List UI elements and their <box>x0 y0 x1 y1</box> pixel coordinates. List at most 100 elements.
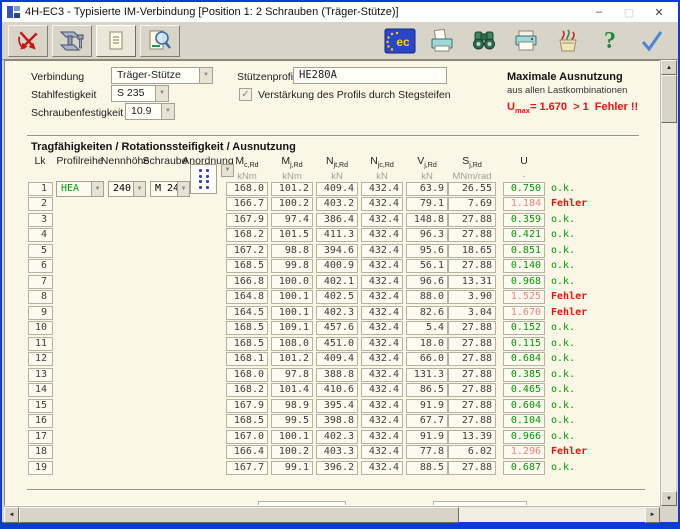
value-cell: 432.4 <box>361 430 403 444</box>
value-cell: 402.3 <box>316 430 358 444</box>
column-header: U <box>520 155 528 167</box>
lk-cell: 16 <box>28 414 53 428</box>
value-cell: 27.88 <box>448 321 496 335</box>
value-cell: 386.4 <box>316 213 358 227</box>
help-icon: ? <box>604 28 616 54</box>
value-cell: 432.4 <box>361 306 403 320</box>
stuetzenprofil-value: HE280A <box>299 69 337 81</box>
value-cell: 432.4 <box>361 182 403 196</box>
table-row: 11168.5108.0451.0432.418.027.880.115o.k. <box>5 336 660 352</box>
title-bar: 4H-EC3 - Typisierte IM-Verbindung [Posit… <box>2 2 678 22</box>
value-cell: 396.2 <box>316 461 358 475</box>
scroll-down-button[interactable]: ▼ <box>661 491 677 506</box>
utilization-cell: 0.359 <box>503 213 545 227</box>
print-button[interactable] <box>506 25 546 57</box>
utilization-cell: 0.750 <box>503 182 545 196</box>
chevron-down-icon[interactable]: ▼ <box>199 68 212 83</box>
bottom-bar: ◄ ► <box>2 506 678 522</box>
value-cell: 148.8 <box>406 213 448 227</box>
vertical-scrollbar[interactable]: ▲ ▼ <box>660 60 676 506</box>
value-cell: 398.8 <box>316 414 358 428</box>
lk-cell: 9 <box>28 306 53 320</box>
value-cell: 166.8 <box>226 275 268 289</box>
table-row: 18166.4100.2403.3432.477.86.021.296Fehle… <box>5 445 660 461</box>
find-button[interactable] <box>464 25 504 57</box>
column-header: Sj,Rd <box>462 155 481 169</box>
value-cell: 432.4 <box>361 197 403 211</box>
value-cell: 27.88 <box>448 337 496 351</box>
chevron-down-icon[interactable]: ▼ <box>161 104 174 119</box>
value-cell: 168.5 <box>226 321 268 335</box>
table-row: 19167.799.1396.2432.488.527.880.687o.k. <box>5 460 660 476</box>
value-cell: 166.4 <box>226 445 268 459</box>
toolbar: ec <box>2 22 678 60</box>
profile-tab-button[interactable] <box>52 25 92 57</box>
scroll-up-button[interactable]: ▲ <box>661 60 677 75</box>
close-button[interactable]: ✕ <box>644 6 674 19</box>
lk-cell: 15 <box>28 399 53 413</box>
value-cell: 432.4 <box>361 290 403 304</box>
header-symbol: S <box>462 155 469 167</box>
export-button[interactable] <box>422 25 462 57</box>
table-row: 14168.2101.4410.6432.486.527.880.465o.k. <box>5 383 660 399</box>
value-cell: 27.88 <box>448 461 496 475</box>
stuetzenprofil-input[interactable]: HE280A <box>293 67 447 84</box>
lk-cell: 6 <box>28 259 53 273</box>
schraubenfestigkeit-select[interactable]: 10.9 ▼ <box>125 103 175 120</box>
vertical-scroll-thumb[interactable] <box>661 75 677 123</box>
value-cell: 432.4 <box>361 368 403 382</box>
chevron-down-icon[interactable]: ▼ <box>155 86 168 101</box>
value-cell: 99.8 <box>271 259 313 273</box>
table-row: 10168.5109.1457.6432.45.427.880.152o.k. <box>5 321 660 337</box>
value-cell: 100.2 <box>271 197 313 211</box>
value-cell: 100.2 <box>271 445 313 459</box>
utilization-cell: 0.104 <box>503 414 545 428</box>
table-row: 1168.0101.2409.4432.463.926.550.750o.k. <box>5 181 660 197</box>
value-cell: 66.0 <box>406 352 448 366</box>
eurocode-button[interactable]: ec <box>380 25 420 57</box>
document-tab-button[interactable] <box>96 25 136 57</box>
verbindung-label: Verbindung <box>31 71 84 83</box>
bolt-dot-icon <box>199 175 202 178</box>
value-cell: 410.6 <box>316 383 358 397</box>
value-cell: 86.5 <box>406 383 448 397</box>
value-cell: 168.1 <box>226 352 268 366</box>
value-cell: 18.65 <box>448 244 496 258</box>
scroll-left-button[interactable]: ◄ <box>4 507 19 523</box>
value-cell: 168.5 <box>226 337 268 351</box>
protocol-button[interactable] <box>548 25 588 57</box>
value-cell: 100.1 <box>271 430 313 444</box>
lk-cell: 13 <box>28 368 53 382</box>
loads-tab-button[interactable] <box>8 25 48 57</box>
confirm-button[interactable] <box>632 25 672 57</box>
status-label: Fehler <box>551 306 587 320</box>
maximize-button[interactable]: ▢ <box>614 6 644 19</box>
value-cell: 168.2 <box>226 383 268 397</box>
horizontal-scrollbar[interactable]: ◄ ► <box>4 506 660 522</box>
table-row: 4168.2101.5411.3432.496.327.880.421o.k. <box>5 228 660 244</box>
preview-tab-button[interactable] <box>140 25 180 57</box>
confirm-icon <box>638 27 666 55</box>
verbindung-select[interactable]: Träger-Stütze ▼ <box>111 67 213 84</box>
horizontal-scroll-thumb[interactable] <box>19 507 459 523</box>
value-cell: 97.8 <box>271 368 313 382</box>
stegsteifen-checkbox[interactable]: ✓ <box>239 88 252 101</box>
value-cell: 5.4 <box>406 321 448 335</box>
status-label: o.k. <box>551 383 575 397</box>
value-cell: 167.9 <box>226 213 268 227</box>
scroll-right-button[interactable]: ► <box>645 507 660 523</box>
minimize-button[interactable]: – <box>584 6 614 18</box>
app-window: 4H-EC3 - Typisierte IM-Verbindung [Posit… <box>0 0 680 529</box>
value-cell: 101.2 <box>271 182 313 196</box>
status-label: o.k. <box>551 259 575 273</box>
table-row: 8164.8100.1402.5432.488.03.901.525Fehler <box>5 290 660 306</box>
utilization-cell: 0.968 <box>503 275 545 289</box>
value-cell: 101.4 <box>271 383 313 397</box>
help-button[interactable]: ? <box>590 25 630 57</box>
value-cell: 56.1 <box>406 259 448 273</box>
lk-cell: 12 <box>28 352 53 366</box>
anordnung-dropdown-button[interactable]: ▼ <box>221 164 234 177</box>
stahlfestigkeit-select[interactable]: S 235 ▼ <box>111 85 169 102</box>
value-cell: 96.6 <box>406 275 448 289</box>
status-label: Fehler <box>551 445 587 459</box>
